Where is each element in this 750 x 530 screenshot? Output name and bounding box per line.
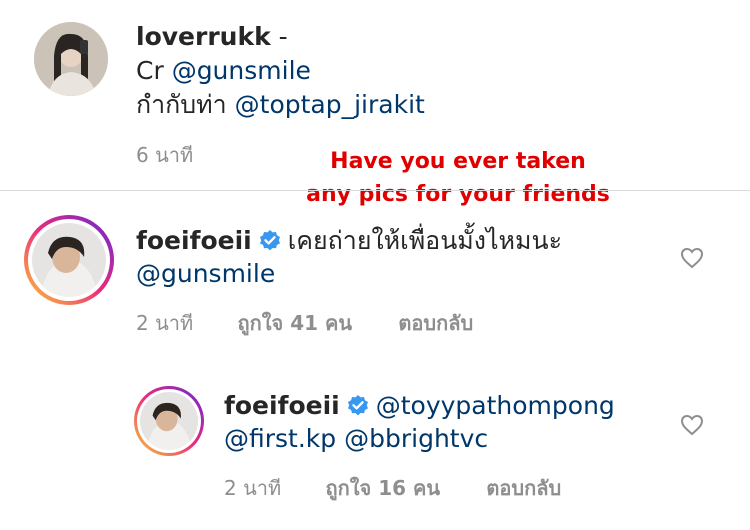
caption-prefix-cr: Cr xyxy=(136,56,164,85)
post-time: 6 นาที xyxy=(136,143,194,167)
mention-link[interactable]: @gunsmile xyxy=(172,56,311,85)
avatar-photo xyxy=(32,223,106,297)
post-caption-line2: Cr @gunsmile xyxy=(136,54,311,88)
comment-avatar[interactable] xyxy=(24,215,114,305)
heart-icon[interactable] xyxy=(680,414,704,440)
mention-link[interactable]: @toyypathompong xyxy=(376,391,615,420)
avatar-photo xyxy=(140,392,198,450)
post-separator: - xyxy=(278,22,288,51)
section-divider xyxy=(0,190,750,191)
overlay-line1: Have you ever taken xyxy=(330,149,586,174)
overlay-caption: Have you ever taken any pics for your fr… xyxy=(268,145,648,211)
overlay-line2: any pics for your friends xyxy=(306,182,610,207)
comment-1-line2: @gunsmile xyxy=(136,257,275,291)
comment-2-meta: 2 นาที ถูกใจ 16 คน ตอบกลับ xyxy=(224,472,561,504)
reply-button[interactable]: ตอบกลับ xyxy=(398,311,473,335)
mention-link[interactable]: @gunsmile xyxy=(136,259,275,288)
comment-time: 2 นาที xyxy=(224,476,282,500)
comment-text: เคยถ่ายให้เพื่อนมั้งไหมนะ xyxy=(287,226,563,255)
mention-link[interactable]: @first.kp xyxy=(224,424,336,453)
mention-link[interactable]: @bbrightvc xyxy=(344,424,488,453)
post-caption-line1: loverrukk - xyxy=(136,20,288,54)
post-username[interactable]: loverrukk xyxy=(136,22,271,51)
post-caption-line3: กำกับท่า @toptap_jirakit xyxy=(136,88,425,122)
avatar-photo xyxy=(34,22,108,96)
likes-count[interactable]: ถูกใจ 41 คน xyxy=(238,311,353,335)
reply-button[interactable]: ตอบกลับ xyxy=(486,476,561,500)
heart-icon[interactable] xyxy=(680,247,704,273)
likes-count[interactable]: ถูกใจ 16 คน xyxy=(326,476,441,500)
comment-username[interactable]: foeifoeii xyxy=(136,226,252,255)
comment-2-line2: @first.kp @bbrightvc xyxy=(224,422,488,456)
comment-1-meta: 2 นาที ถูกใจ 41 คน ตอบกลับ xyxy=(136,307,473,339)
post-avatar[interactable] xyxy=(34,22,108,96)
reply-avatar[interactable] xyxy=(134,386,204,456)
mention-link[interactable]: @toptap_jirakit xyxy=(235,90,425,119)
comment-username[interactable]: foeifoeii xyxy=(224,391,340,420)
comment-time: 2 นาที xyxy=(136,311,194,335)
caption-prefix-direct: กำกับท่า xyxy=(136,90,227,119)
